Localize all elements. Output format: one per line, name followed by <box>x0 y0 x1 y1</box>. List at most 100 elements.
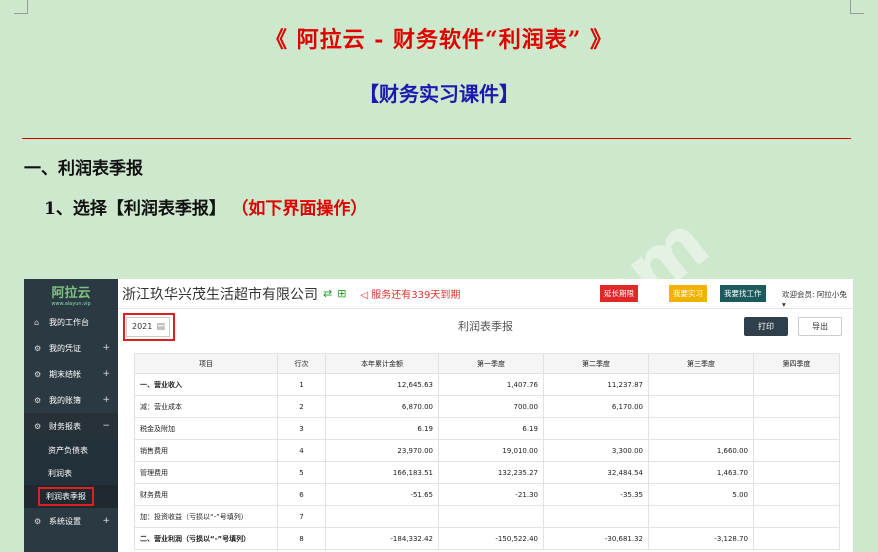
table-cell: 4 <box>277 439 326 462</box>
sidebar-item-label: 我的工作台 <box>49 317 89 327</box>
expand-icon: + <box>102 343 110 353</box>
table-cell <box>753 527 840 550</box>
table-cell: -51.65 <box>325 483 439 506</box>
table-cell <box>753 439 840 462</box>
sidebar: 阿拉云 www.alayun.vip ⌂ 我的工作台 ⚙ 我的凭证 + ⚙ 期末结帐 + … <box>24 279 118 552</box>
table-cell: 6.19 <box>325 417 439 440</box>
table-row: 税金及附加 3 6.19 6.19 <box>134 417 840 440</box>
table-cell: 1,463.70 <box>648 461 754 484</box>
sidebar-item-label: 系统设置 <box>49 516 81 526</box>
table-cell: -3,128.70 <box>648 527 754 550</box>
logo-text: 阿拉云 <box>51 286 91 301</box>
sidebar-item-workbench[interactable]: ⌂ 我的工作台 <box>24 309 118 335</box>
sidebar-subitem-income-statement[interactable]: 利润表 <box>24 462 118 485</box>
user-menu[interactable]: 欢迎会员: 阿拉小兔 ▾ <box>782 289 853 309</box>
table-row: 减：营业成本 2 6,870.00 700.00 6,170.00 <box>134 395 840 418</box>
export-button[interactable]: 导出 <box>798 317 842 336</box>
table-cell: 3,300.00 <box>543 439 649 462</box>
table-cell: 6 <box>277 483 326 506</box>
gear-icon: ⚙ <box>34 421 42 431</box>
table-cell: 一、营业收入 <box>134 373 278 396</box>
table-cell: 6,870.00 <box>325 395 439 418</box>
step-heading: 1、选择【利润表季报】 （如下界面操作） <box>44 194 367 219</box>
table-cell: -30,681.32 <box>543 527 649 550</box>
table-cell: 7 <box>277 505 326 528</box>
calendar-icon: ▤ <box>156 322 165 332</box>
add-icon[interactable]: ⊞ <box>337 287 346 300</box>
gear-icon: ⚙ <box>34 395 42 405</box>
divider <box>22 138 851 139</box>
step-text: 1、选择【利润表季报】 <box>44 199 226 219</box>
table-cell: 32,484.54 <box>543 461 649 484</box>
sidebar-item-label: 利润表季报 <box>38 487 94 506</box>
page-title: 利润表季报 <box>458 320 513 333</box>
table-row: 二、营业利润（亏损以“-”号填列） 8 -184,332.42 -150,522… <box>134 527 840 550</box>
table-row: 管理费用 5 166,183.51 132,235.27 32,484.54 1… <box>134 461 840 484</box>
table-cell: 3 <box>277 417 326 440</box>
table-header: 项目 行次 本年累计金额 第一季度 第二季度 第三季度 第四季度 <box>134 353 840 374</box>
table-row: 加：投资收益（亏损以“-”号填列） 7 <box>134 505 840 528</box>
company-name: 浙江玖华兴茂生活超市有限公司 <box>122 286 318 303</box>
sidebar-item-label: 资产负债表 <box>48 446 88 455</box>
sidebar-item-settings[interactable]: ⚙ 系统设置 + <box>24 508 118 534</box>
column-header: 本年累计金额 <box>325 353 439 374</box>
expand-icon: + <box>102 395 110 405</box>
table-cell: 5 <box>277 461 326 484</box>
table-cell <box>648 373 754 396</box>
sidebar-subitem-income-quarterly[interactable]: 利润表季报 <box>24 485 118 508</box>
table-cell: 11,237.87 <box>543 373 649 396</box>
income-table: 项目 行次 本年累计金额 第一季度 第二季度 第三季度 第四季度 一、营业收入 … <box>134 353 840 550</box>
table-cell <box>753 417 840 440</box>
column-header: 项目 <box>134 353 278 374</box>
table-cell: 23,970.00 <box>325 439 439 462</box>
sidebar-item-vouchers[interactable]: ⚙ 我的凭证 + <box>24 335 118 361</box>
expire-notice: ◁ 服务还有339天到期 <box>360 290 461 301</box>
sidebar-item-reports[interactable]: ⚙ 财务报表 − <box>24 413 118 439</box>
table-cell <box>325 505 439 528</box>
print-button[interactable]: 打印 <box>744 317 788 336</box>
logo-url: www.alayun.vip <box>51 301 91 307</box>
table-cell: 6.19 <box>438 417 544 440</box>
find-job-button[interactable]: 我要找工作 <box>720 285 766 302</box>
extend-button[interactable]: 延长期限 <box>600 285 638 302</box>
table-cell: 1,407.76 <box>438 373 544 396</box>
table-cell: 6,170.00 <box>543 395 649 418</box>
table-cell: 8 <box>277 527 326 550</box>
table-cell: 12,645.63 <box>325 373 439 396</box>
year-select[interactable]: 2021 ▤ <box>126 317 170 337</box>
table-cell: 二、营业利润（亏损以“-”号填列） <box>134 527 278 550</box>
sidebar-subitem-balance-sheet[interactable]: 资产负债表 <box>24 439 118 462</box>
table-cell: -150,522.40 <box>438 527 544 550</box>
switch-icon[interactable]: ⇄ <box>323 287 332 300</box>
table-cell: 管理费用 <box>134 461 278 484</box>
table-cell: 19,010.00 <box>438 439 544 462</box>
column-header: 第二季度 <box>543 353 649 374</box>
section-heading: 一、利润表季报 <box>24 159 143 179</box>
table-cell: 2 <box>277 395 326 418</box>
logo: 阿拉云 www.alayun.vip <box>24 279 118 309</box>
table-cell <box>648 505 754 528</box>
gear-icon: ⚙ <box>34 343 42 353</box>
sidebar-item-ledgers[interactable]: ⚙ 我的账簿 + <box>24 387 118 413</box>
expand-icon: + <box>102 516 110 526</box>
table-cell <box>438 505 544 528</box>
table-cell: 700.00 <box>438 395 544 418</box>
table-cell <box>648 417 754 440</box>
sidebar-item-label: 期末结帐 <box>49 369 81 379</box>
collapse-icon: − <box>102 421 110 431</box>
sidebar-item-period-close[interactable]: ⚙ 期末结帐 + <box>24 361 118 387</box>
sidebar-item-label: 财务报表 <box>49 421 81 431</box>
table-row: 财务费用 6 -51.65 -21.30 -35.35 5.00 <box>134 483 840 506</box>
table-cell <box>753 461 840 484</box>
table-cell: 税金及附加 <box>134 417 278 440</box>
table-cell <box>648 395 754 418</box>
table-row: 一、营业收入 1 12,645.63 1,407.76 11,237.87 <box>134 373 840 396</box>
column-header: 第三季度 <box>648 353 754 374</box>
expand-icon: + <box>102 369 110 379</box>
table-cell <box>543 417 649 440</box>
gear-icon: ⚙ <box>34 369 42 379</box>
document-title: 《 阿拉云 - 财务软件“利润表” 》 <box>264 27 614 53</box>
table-cell: 1 <box>277 373 326 396</box>
intern-button[interactable]: 我要实习 <box>669 285 707 302</box>
column-header: 第一季度 <box>438 353 544 374</box>
